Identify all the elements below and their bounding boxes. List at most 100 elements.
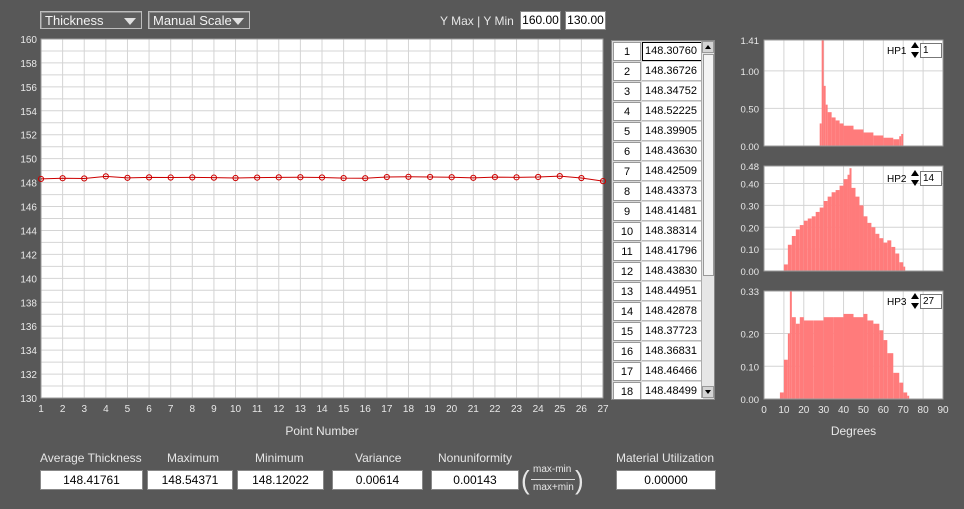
x-tick-label: 15 [338,404,350,415]
row-value[interactable]: 148.41481 [642,202,703,221]
hp2-spinner-icon[interactable] [911,170,920,188]
row-value[interactable]: 148.43630 [642,142,703,161]
row-index: 17 [613,362,641,381]
hp3-spinner-icon[interactable] [911,293,920,311]
table-row[interactable]: 17 148.46466 [613,362,703,382]
row-value[interactable]: 148.43373 [642,182,703,201]
table-row[interactable]: 16 148.36831 [613,342,703,362]
x-axis-title: Point Number [285,424,358,438]
nonuniformity-label: Nonuniformity [438,451,513,465]
row-value[interactable]: 148.36726 [642,62,703,81]
table-row[interactable]: 3 148.34752 [613,82,703,102]
chevron-down-icon [124,18,136,25]
table-row[interactable]: 7 148.42509 [613,162,703,182]
histogram-bar [901,133,904,146]
histogram-bar [843,179,848,271]
hp1-input[interactable]: 1 [920,43,942,58]
row-value[interactable]: 148.38314 [642,222,703,241]
row-value[interactable]: 148.30760 [642,42,703,61]
x-tick-label: 80 [918,405,930,416]
scroll-thumb[interactable] [703,54,714,276]
row-index: 9 [613,202,641,221]
measure-select-value: Thickness [45,13,104,28]
histogram-bar [859,205,864,271]
maximum-value: 148.54371 [147,470,233,490]
table-row[interactable]: 13 148.44951 [613,282,703,302]
hp1-label: HP1 [887,46,907,57]
row-value[interactable]: 148.44951 [642,282,703,301]
x-tick-label: 20 [798,405,810,416]
row-value[interactable]: 148.42878 [642,302,703,321]
hp1-spinner-icon[interactable] [911,42,920,60]
row-value[interactable]: 148.46466 [642,362,703,381]
row-index: 4 [613,102,641,121]
histogram-bar [853,317,864,399]
histogram-bar [827,112,832,146]
hp2-input[interactable]: 14 [920,171,942,186]
x-tick-label: 1 [38,404,44,415]
table-row[interactable]: 6 148.43630 [613,142,703,162]
row-value[interactable]: 148.37723 [642,322,703,341]
table-row[interactable]: 1 148.30760 [613,42,703,62]
histogram-bar [835,190,840,271]
scale-select[interactable]: Manual Scale [148,11,250,29]
table-row[interactable]: 8 148.43373 [613,182,703,202]
y-tick-label: 0.00 [741,395,760,406]
y-tick-label: 0.33 [741,287,760,298]
scroll-down-arrow-icon[interactable] [702,386,714,398]
x-tick-label: 90 [937,405,949,416]
histogram-bar [803,220,808,271]
row-value[interactable]: 148.39905 [642,122,703,141]
x-tick-label: 27 [597,404,609,415]
histogram-bar [795,323,800,399]
row-value[interactable]: 148.41796 [642,242,703,261]
table-row[interactable]: 2 148.36726 [613,62,703,82]
histogram-bar [791,317,796,399]
table-row[interactable]: 15 148.37723 [613,322,703,342]
measure-select[interactable]: Thickness [40,11,142,29]
x-tick-label: 50 [858,405,870,416]
histogram-bar [811,216,816,271]
table-row[interactable]: 9 148.41481 [613,202,703,222]
x-tick-label: 23 [511,404,523,415]
histogram-bar [849,168,852,271]
table-row[interactable]: 5 148.39905 [613,122,703,142]
x-tick-label: 14 [316,404,328,415]
formula-denominator: max+min [533,482,574,493]
histogram-bar [893,372,900,399]
table-row[interactable]: 18 148.48499 [613,382,703,399]
chevron-down-icon [232,18,244,25]
table-row[interactable]: 11 148.41796 [613,242,703,262]
histogram-bar [893,139,900,146]
point-table: 1 148.30760 2 148.36726 3 148.34752 4 148.52225… [611,40,715,400]
table-row[interactable]: 4 148.52225 [613,102,703,122]
row-value[interactable]: 148.34752 [642,82,703,101]
histogram-bar [783,264,788,271]
row-value[interactable]: 148.42509 [642,162,703,181]
histogram-charts: 1.41 1.00 0.50 0.00 0.48 0.40 0.30 0.20 0.10 0.00… [741,36,949,438]
scroll-up-arrow-icon[interactable] [702,41,714,53]
y-tick-label: 1.00 [741,67,760,78]
histogram-bar [871,227,876,271]
table-row[interactable]: 14 148.42878 [613,302,703,322]
ymax-input[interactable]: 160.00 [520,11,561,30]
table-row[interactable]: 10 148.38314 [613,222,703,242]
x-tick-label: 17 [381,404,393,415]
row-value[interactable]: 148.52225 [642,102,703,121]
x-tick-label: 16 [360,404,372,415]
table-row[interactable]: 12 148.43830 [613,262,703,282]
row-value[interactable]: 148.36831 [642,342,703,361]
histogram-bar [847,174,850,271]
histogram-bar [879,238,884,271]
ymin-input[interactable]: 130.00 [565,11,606,30]
y-tick-label: 156 [20,83,37,94]
row-value[interactable]: 148.48499 [642,382,703,399]
row-value[interactable]: 148.43830 [642,262,703,281]
histogram-bar [853,129,864,146]
histogram-bar [799,225,804,271]
row-index: 2 [613,62,641,81]
table-scrollbar[interactable] [701,41,714,398]
hp3-input[interactable]: 27 [920,294,942,309]
histogram-bar [883,137,894,146]
histogram-bar [799,317,804,399]
